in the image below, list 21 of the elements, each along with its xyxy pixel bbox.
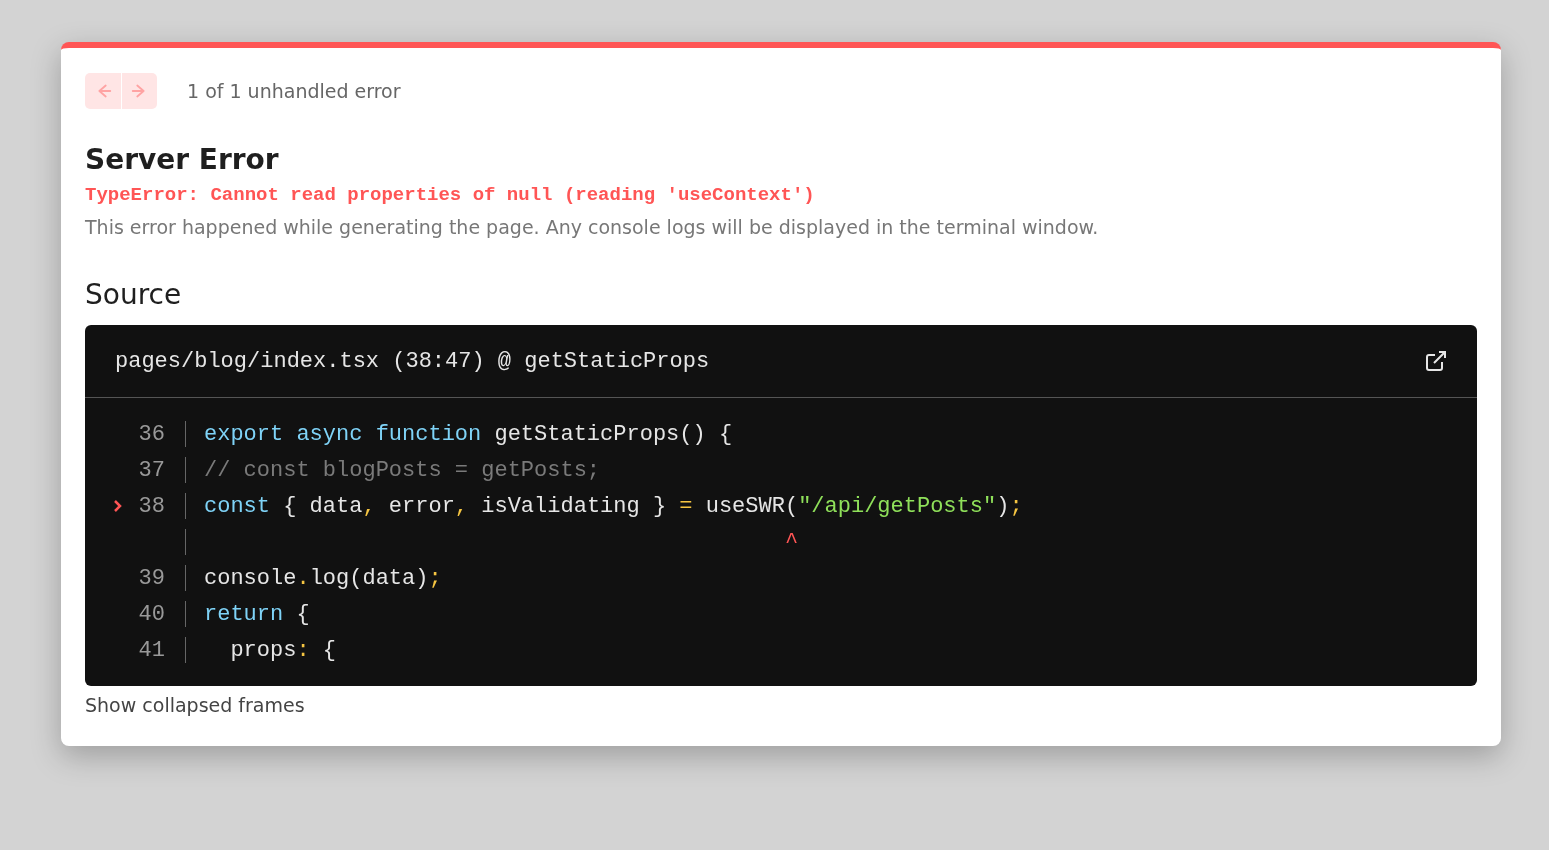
code-line: console.log(data); bbox=[204, 565, 442, 591]
code-line: // const blogPosts = getPosts; bbox=[204, 457, 601, 483]
line-number: 38 bbox=[137, 493, 165, 519]
file-location: pages/blog/index.tsx (38:47) @ getStaticProps bbox=[115, 348, 710, 374]
external-link-icon[interactable] bbox=[1425, 350, 1447, 372]
error-message: TypeError: Cannot read properties of null (reading 'useContext') bbox=[85, 184, 816, 206]
line-number: 37 bbox=[137, 457, 165, 483]
code-line: export async function getStaticProps() { bbox=[204, 421, 733, 447]
code-line: props: { bbox=[229, 637, 337, 663]
line-number: 36 bbox=[137, 421, 165, 447]
error-description: This error happened while generating the page. Any console logs will be displayed in the terminal window. bbox=[85, 216, 1100, 238]
error-count: 1 of 1 unhandled error bbox=[187, 80, 401, 102]
error-title: Server Error bbox=[85, 143, 280, 176]
code-line: const { data, error, isValidating } = useSWR("/api/getPosts"); bbox=[204, 493, 1023, 519]
line-number: 40 bbox=[137, 601, 165, 627]
line-number: 39 bbox=[137, 565, 165, 591]
show-collapsed-frames-link[interactable]: Show collapsed frames bbox=[85, 694, 305, 716]
source-heading: Source bbox=[85, 278, 183, 311]
line-number: 41 bbox=[137, 637, 165, 663]
error-caret: ^ bbox=[783, 529, 799, 555]
code-line: return { bbox=[204, 601, 310, 627]
